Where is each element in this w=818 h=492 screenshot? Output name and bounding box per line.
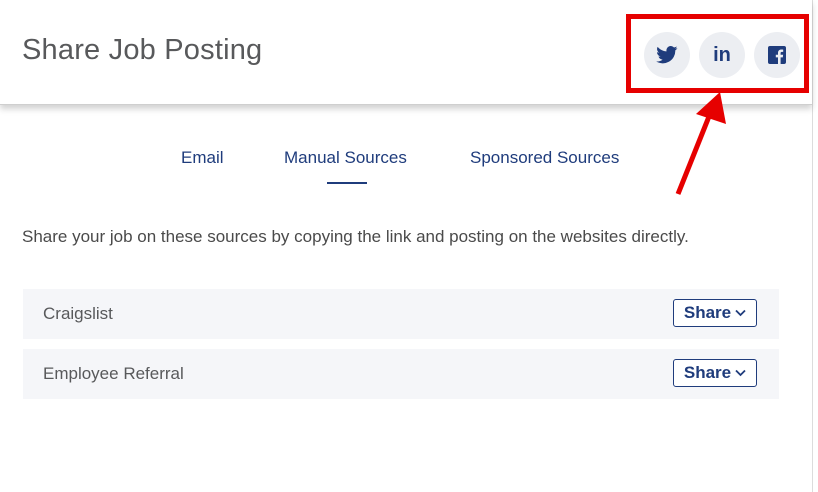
chevron-down-icon — [735, 369, 746, 377]
source-label: Employee Referral — [43, 364, 184, 383]
share-button-label: Share — [683, 303, 732, 322]
chevron-down-icon — [735, 309, 746, 317]
tab-manual-sources[interactable]: Manual Sources — [284, 148, 407, 168]
craigslist-share-button[interactable]: Share — [673, 299, 757, 327]
share-button-label: Share — [683, 363, 732, 382]
tab-sponsored-sources[interactable]: Sponsored Sources — [470, 148, 619, 168]
source-row-employee-referral: Employee Referral Share — [23, 349, 779, 399]
active-tab-indicator — [327, 182, 367, 184]
highlight-box — [626, 14, 809, 93]
source-row-craigslist: Craigslist Share — [23, 289, 779, 339]
tab-email[interactable]: Email — [181, 148, 224, 168]
page-title: Share Job Posting — [22, 34, 263, 66]
employee-referral-share-button[interactable]: Share — [673, 359, 757, 387]
instructions-text: Share your job on these sources by copyi… — [22, 227, 689, 246]
annotation-arrow — [675, 92, 726, 195]
source-label: Craigslist — [43, 304, 113, 323]
share-job-posting-modal: Share Job Posting in Email Manual Source… — [0, 0, 813, 492]
